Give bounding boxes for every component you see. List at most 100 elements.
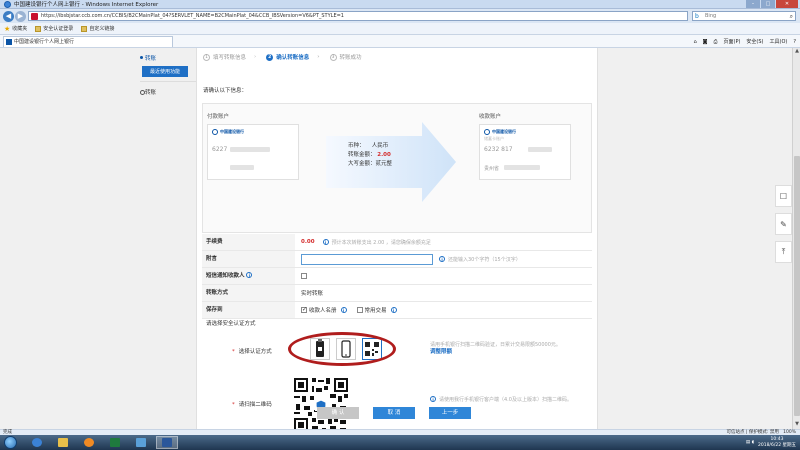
masked-text [504, 165, 540, 170]
step-3: 3 转账成功 [329, 53, 362, 61]
qr-code-image [292, 376, 350, 434]
windows-taskbar: ▤ ◖ 10:43 2018/6/22 星期五 [0, 435, 800, 450]
transfer-summary-panel: 付款账户 中国建设银行 6227 币种： 人民币 转账金额： 2.00 大写金额… [202, 103, 592, 233]
menu-safety[interactable]: 安全(S) [746, 38, 763, 45]
red-highlight-annotation [288, 332, 396, 366]
minimize-button[interactable]: – [746, 0, 760, 8]
favorites-bar: ★ 收藏夹 安全认证登录 自定义链接 [0, 23, 800, 35]
cancel-button[interactable]: 取 消 [373, 407, 415, 419]
save-payee-option[interactable]: 收款人名册 [301, 306, 337, 314]
maximize-button[interactable]: □ [761, 0, 775, 8]
menu-page[interactable]: 页面(P) [724, 38, 741, 45]
payee-account-number: 6232 817 [484, 146, 513, 153]
menu-tools[interactable]: 工具(O) [770, 38, 788, 45]
qr-scan-label: * 请扫描二维码 [232, 402, 272, 408]
scroll-up-icon[interactable]: ▲ [793, 48, 800, 56]
qr-hint-text: 请使用我行手机银行客户端（4.0及以上版本）扫描二维码。 [439, 397, 572, 403]
step-1: 1 填写转账信息 › [203, 53, 256, 61]
clock[interactable]: 10:43 2018/6/22 星期五 [758, 437, 796, 448]
favorites-button[interactable]: ★ 收藏夹 [4, 25, 27, 33]
contact-card-icon[interactable]: ☐ [775, 185, 792, 207]
payer-title: 付款账户 [207, 114, 230, 120]
search-icon[interactable]: ⌕ [790, 12, 793, 21]
taskbar-excel[interactable] [104, 436, 126, 449]
payee-bank-name: 中国建设银行 [492, 129, 516, 134]
info-icon: i [246, 272, 253, 278]
search-placeholder: Bing [705, 13, 717, 19]
auth-method-hint-text: 请用手机银行扫描二维码验证，日累计交易限额50000元。 [430, 342, 561, 348]
volume-icon[interactable]: ◖ [752, 440, 754, 445]
sms-checkbox[interactable] [301, 273, 307, 279]
excel-icon [110, 438, 120, 447]
edit-icon[interactable]: ✎ [775, 213, 792, 235]
info-icon: i [322, 239, 329, 245]
star-icon: ★ [4, 24, 11, 33]
chevron-right-icon: › [317, 54, 320, 60]
network-icon[interactable]: ▤ [746, 440, 750, 445]
step-number: 2 [266, 53, 274, 61]
page-scrollbar[interactable]: ▲ ▼ [792, 48, 800, 429]
ccb-mark-icon [484, 129, 490, 135]
prev-step-button[interactable]: 上一步 [429, 407, 471, 419]
start-button[interactable] [2, 435, 18, 450]
help-icon[interactable]: ? [793, 39, 796, 45]
auth-header: 请选择安全认证方式 [206, 321, 256, 327]
memo-input[interactable] [301, 253, 433, 265]
forward-button[interactable]: ▶ [15, 10, 26, 22]
taskbar-word[interactable] [156, 436, 178, 449]
nav-recent-functions[interactable]: 最近使用功能 [142, 66, 188, 77]
auth-method-label: * 选择认证方式 [232, 349, 272, 355]
qr-scan-label-text: 请扫描二维码 [238, 402, 272, 408]
tab-title: 中国建设银行个人网上银行 [14, 38, 75, 45]
payer-card: 中国建设银行 6227 [207, 124, 299, 180]
payer-account-number: 6227 [212, 146, 228, 153]
currency-label: 币种： [348, 143, 365, 149]
save-common-option[interactable]: 常用交易 [356, 306, 387, 314]
memo-label: 附言 [202, 251, 295, 267]
home-icon[interactable]: ⌂ [693, 39, 696, 45]
back-to-top-icon[interactable]: ⤒ [775, 241, 792, 263]
taskbar-media[interactable] [78, 436, 100, 449]
masked-text [230, 165, 254, 170]
tab-ccb[interactable]: 中国建设银行个人网上银行 [3, 35, 173, 47]
upper-amount-label: 大写金额： [348, 161, 376, 167]
adjust-limit-link[interactable]: 调整限额 [430, 349, 452, 355]
info-icon: i [340, 307, 347, 313]
link-icon [81, 25, 88, 32]
favorite-link-label: 自定义链接 [89, 26, 115, 32]
payee-book-checkbox[interactable] [301, 306, 307, 313]
method-value: 实时转账 [301, 291, 324, 297]
common-trade-checkbox[interactable] [356, 307, 363, 313]
nav-transfer[interactable]: 转账 [140, 52, 196, 64]
favorite-link-2[interactable]: 自定义链接 [81, 25, 114, 32]
favorite-link-1[interactable]: 安全认证登录 [35, 25, 73, 32]
payee-card: 中国建设银行 储蓄卡账户 6232 817 贵州省 [479, 124, 571, 180]
scroll-thumb[interactable] [794, 156, 800, 416]
save-row: 保存到 收款人名册 i 常用交易 i [202, 302, 592, 319]
step-label: 确认转账信息 [276, 55, 310, 61]
step-number: 3 [329, 53, 337, 61]
masked-text [528, 147, 552, 152]
memo-row: 附言 i 还能输入30个字符（15个汉字） [202, 251, 592, 268]
confirm-heading: 请确认以下信息： [203, 88, 248, 94]
feeds-icon[interactable]: ◙ [703, 39, 708, 45]
auth-method-hint: 请用手机银行扫描二维码验证，日累计交易限额50000元。 调整限额 [430, 342, 590, 356]
nav-transfer-2[interactable]: 转账 [140, 81, 196, 98]
confirm-button[interactable]: 确 认 [317, 407, 359, 419]
print-icon[interactable]: ⎙ [713, 39, 717, 45]
scroll-down-icon[interactable]: ▼ [793, 421, 800, 429]
step-number: 1 [203, 53, 210, 61]
command-bar: ⌂ ◙ ⎙ 页面(P) 安全(S) 工具(O) ? [687, 35, 796, 48]
fee-row: 手续费 0.00 i 预计本次转账支出 2.00 ，请您确保余额充足 [202, 234, 592, 251]
close-button[interactable]: ✕ [776, 0, 798, 8]
chevron-right-icon: › [254, 54, 257, 60]
url-field[interactable]: https://ibsbjstar.ccb.com.cn/CCBIS/B2CMa… [28, 11, 688, 21]
info-icon: i [439, 256, 445, 262]
search-input[interactable]: b Bing ⌕ [692, 11, 796, 21]
sms-label-text: 短信通知收款人 [206, 273, 245, 279]
taskbar-explorer[interactable] [52, 436, 74, 449]
taskbar-app[interactable] [130, 436, 152, 449]
amount-value: 2.00 [377, 152, 391, 158]
back-button[interactable]: ◀ [3, 10, 14, 22]
taskbar-ie[interactable] [26, 436, 48, 449]
